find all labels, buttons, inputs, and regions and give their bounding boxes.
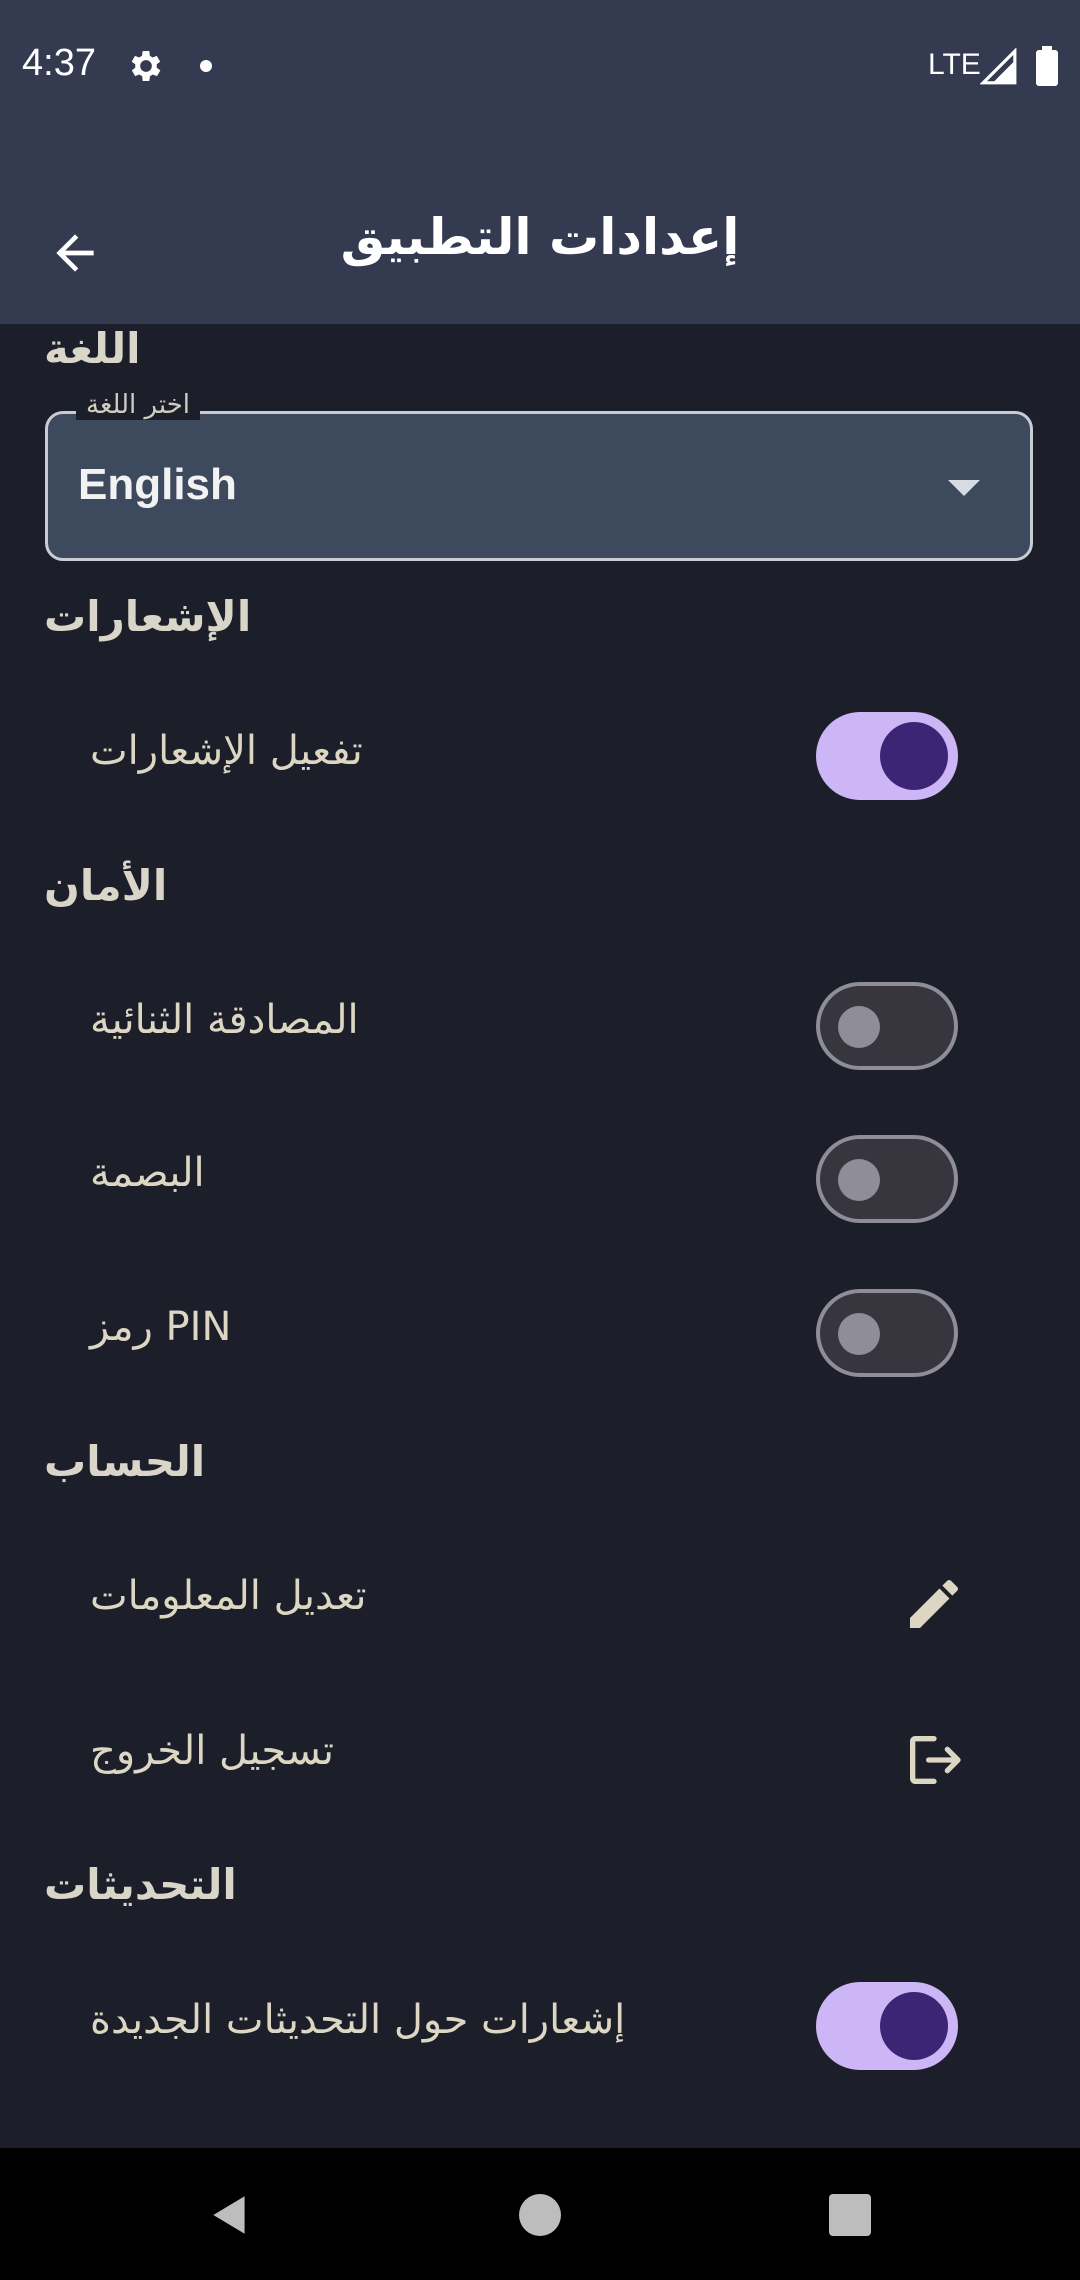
nav-home-icon[interactable] xyxy=(519,2194,561,2236)
pin-toggle[interactable] xyxy=(816,1289,958,1377)
toggle-knob xyxy=(838,1159,880,1201)
dropdown-arrow-icon xyxy=(948,480,980,496)
page-title: إعدادات التطبيق xyxy=(340,208,740,266)
enable-notifications-toggle[interactable] xyxy=(816,712,958,800)
settings-content[interactable]: اللغة اختر اللغة English الإشعارات تفعيل… xyxy=(0,324,1080,2148)
signal-icon xyxy=(980,48,1017,85)
fingerprint-toggle[interactable] xyxy=(816,1135,958,1223)
edit-info-label: تعديل المعلومات xyxy=(90,1573,367,1619)
nav-recents-icon[interactable] xyxy=(829,2194,871,2236)
pencil-edit-icon[interactable] xyxy=(902,1572,966,1636)
section-account-title: الحساب xyxy=(44,1437,206,1486)
network-type: LTE xyxy=(928,48,981,81)
language-select-value: English xyxy=(78,460,237,509)
toggle-knob xyxy=(838,1006,880,1048)
section-language-title: اللغة xyxy=(44,324,141,373)
nav-back-icon[interactable] xyxy=(205,2190,255,2240)
toggle-knob xyxy=(838,1313,880,1355)
settings-gear-icon xyxy=(131,51,161,81)
status-time: 4:37 xyxy=(22,42,96,84)
fingerprint-label: البصمة xyxy=(90,1150,205,1196)
language-select-label: اختر اللغة xyxy=(76,390,200,420)
update-notifications-toggle[interactable] xyxy=(816,1982,958,2070)
section-updates-title: التحديثات xyxy=(44,1860,237,1909)
section-security-title: الأمان xyxy=(44,861,168,910)
toggle-knob xyxy=(880,722,948,790)
logout-label: تسجيل الخروج xyxy=(90,1728,335,1774)
toggle-knob xyxy=(880,1992,948,2060)
pin-label: رمز PIN xyxy=(90,1304,232,1350)
logout-icon[interactable] xyxy=(902,1728,966,1792)
two-factor-toggle[interactable] xyxy=(816,982,958,1070)
toolbar: إعدادات التطبيق xyxy=(0,136,1080,324)
enable-notifications-label: تفعيل الإشعارات xyxy=(90,728,363,774)
status-bar: 4:37 LTE xyxy=(0,0,1080,136)
two-factor-label: المصادقة الثنائية xyxy=(90,997,359,1043)
notification-dot-icon xyxy=(200,60,212,72)
update-notifications-label: إشعارات حول التحديثات الجديدة xyxy=(90,1997,626,2043)
language-select[interactable]: اختر اللغة English xyxy=(45,390,1033,561)
section-notifications-title: الإشعارات xyxy=(44,592,252,641)
system-nav-bar xyxy=(0,2148,1080,2280)
battery-icon xyxy=(1036,46,1058,86)
